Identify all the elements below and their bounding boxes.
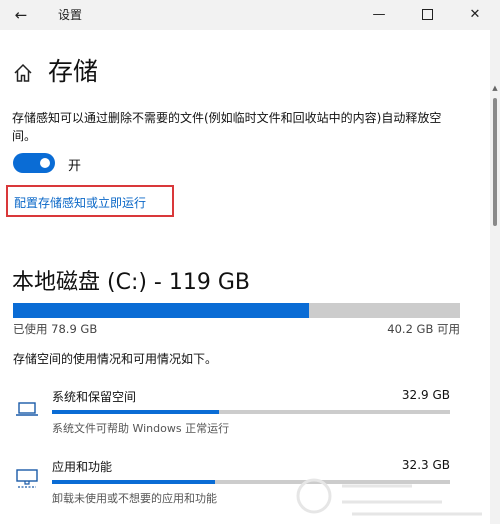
category-name: 系统和保留空间 xyxy=(52,390,137,404)
page-title: 存储 xyxy=(48,57,99,86)
storage-sense-toggle[interactable] xyxy=(13,153,55,173)
title-bar: ← 设置 — ✕ xyxy=(0,0,500,30)
watermark-logo xyxy=(296,478,482,516)
drive-available-label: 40.2 GB 可用 xyxy=(387,322,460,336)
category-usage-fill xyxy=(52,410,220,414)
monitor-keyboard-icon xyxy=(16,469,38,488)
config-link-text[interactable]: 配置存储感知或立即运行 xyxy=(14,194,146,211)
home-icon[interactable] xyxy=(12,62,34,84)
usage-note: 存储空间的使用情况和可用情况如下。 xyxy=(13,352,218,366)
scrollbar-thumb[interactable] xyxy=(493,98,497,226)
laptop-icon xyxy=(16,402,38,416)
drive-usage-bar xyxy=(13,303,460,318)
back-button[interactable]: ← xyxy=(10,4,32,26)
category-size: 32.9 GB xyxy=(401,388,450,402)
maximize-icon xyxy=(421,9,433,20)
maximize-button[interactable] xyxy=(404,0,450,30)
close-button[interactable]: ✕ xyxy=(452,0,498,30)
category-system-reserved[interactable]: 系统和保留空间 32.9 GB 系统文件可帮助 Windows 正常运行 xyxy=(0,388,490,448)
minimize-icon: — xyxy=(372,7,386,22)
config-storage-sense-link[interactable]: 配置存储感知或立即运行 xyxy=(6,185,174,217)
minimize-button[interactable]: — xyxy=(356,0,402,30)
drive-title: 本地磁盘 (C:) - 119 GB xyxy=(12,270,250,295)
category-subtitle: 系统文件可帮助 Windows 正常运行 xyxy=(52,422,230,435)
toggle-knob xyxy=(40,158,50,168)
drive-used-label: 已使用 78.9 GB xyxy=(13,322,98,336)
window-title: 设置 xyxy=(58,8,83,22)
category-usage-bar xyxy=(52,410,450,414)
arrow-left-icon: ← xyxy=(14,6,28,24)
toggle-state-label: 开 xyxy=(68,159,82,174)
category-subtitle: 卸载未使用或不想要的应用和功能 xyxy=(52,492,217,505)
category-name: 应用和功能 xyxy=(52,460,113,474)
category-usage-fill xyxy=(52,480,216,484)
close-icon: ✕ xyxy=(469,7,481,22)
storage-sense-description: 存储感知可以通过删除不需要的文件(例如临时文件和回收站中的内容)自动释放空间。 xyxy=(12,111,442,143)
scroll-up-arrow-icon[interactable]: ▲ xyxy=(490,84,500,94)
drive-usage-fill xyxy=(13,303,309,318)
